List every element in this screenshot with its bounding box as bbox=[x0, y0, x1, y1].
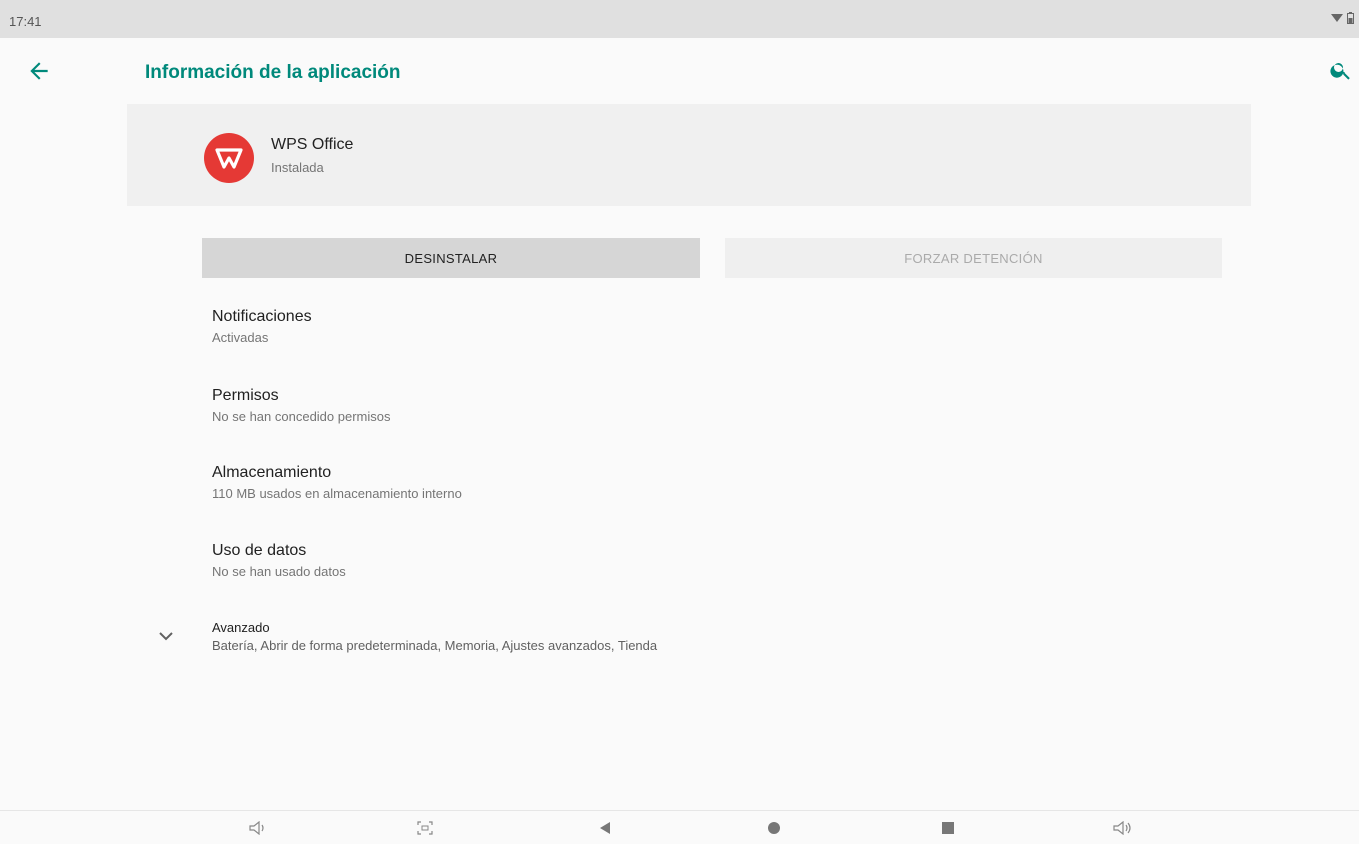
app-name: WPS Office bbox=[271, 136, 354, 153]
setting-notifications[interactable]: Notificaciones Activadas bbox=[212, 308, 312, 345]
navigation-bar bbox=[0, 810, 1359, 844]
setting-title: Permisos bbox=[212, 387, 279, 404]
setting-subtitle: No se han usado datos bbox=[212, 564, 346, 579]
battery-icon bbox=[1347, 12, 1354, 24]
system-icons bbox=[1331, 12, 1354, 24]
setting-subtitle: 110 MB usados en almacenamiento interno bbox=[212, 486, 462, 501]
status-bar: 17:41 bbox=[0, 0, 1359, 38]
setting-data-usage[interactable]: Uso de datos No se han usado datos bbox=[212, 542, 346, 579]
search-icon[interactable] bbox=[1329, 58, 1353, 82]
uninstall-button[interactable]: DESINSTALAR bbox=[202, 238, 700, 278]
setting-subtitle: Batería, Abrir de forma predeterminada, … bbox=[212, 638, 658, 653]
setting-advanced[interactable]: Avanzado Batería, Abrir de forma predete… bbox=[212, 620, 657, 653]
volume-down-icon[interactable] bbox=[248, 819, 268, 837]
app-header: WPS Office Instalada bbox=[127, 104, 1251, 206]
volume-up-icon[interactable] bbox=[1113, 819, 1133, 837]
setting-storage[interactable]: Almacenamiento 110 MB usados en almacena… bbox=[212, 464, 462, 501]
setting-title: Notificaciones bbox=[212, 308, 312, 325]
back-triangle-icon[interactable] bbox=[595, 819, 615, 837]
setting-permissions[interactable]: Permisos No se han concedido permisos bbox=[212, 387, 391, 424]
home-circle-icon[interactable] bbox=[764, 819, 784, 837]
chevron-down-icon[interactable] bbox=[158, 630, 174, 642]
setting-title: Uso de datos bbox=[212, 542, 307, 559]
setting-subtitle: Activadas bbox=[212, 330, 269, 345]
screenshot-icon[interactable] bbox=[415, 819, 435, 837]
recents-square-icon[interactable] bbox=[938, 819, 958, 837]
wps-office-logo bbox=[204, 133, 254, 183]
page-title: Información de la aplicación bbox=[145, 62, 401, 83]
app-install-status: Instalada bbox=[271, 160, 324, 175]
setting-subtitle: No se han concedido permisos bbox=[212, 409, 391, 424]
setting-title: Almacenamiento bbox=[212, 464, 332, 481]
wifi-icon bbox=[1331, 14, 1343, 22]
status-time: 17:41 bbox=[9, 14, 42, 29]
app-bar: Información de la aplicación bbox=[0, 38, 1359, 104]
arrow-back-icon[interactable] bbox=[26, 58, 52, 84]
force-stop-button[interactable]: FORZAR DETENCIÓN bbox=[725, 238, 1222, 278]
setting-title: Avanzado bbox=[212, 620, 270, 635]
